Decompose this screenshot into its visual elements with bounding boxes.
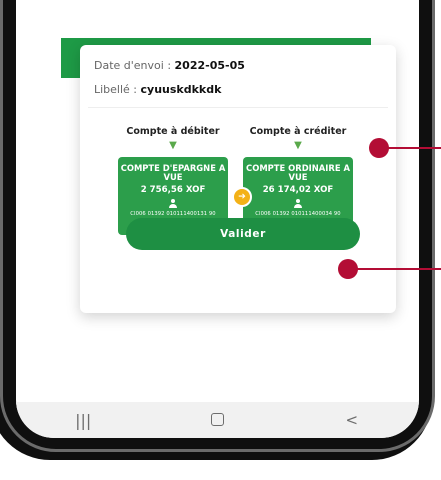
- credit-account-number: CI006 01392 010111400034 90: [255, 211, 341, 217]
- libelle-row: Libellé : cyuuskdkkdk: [94, 83, 221, 96]
- send-date-label: Date d'envoi :: [94, 59, 175, 72]
- valider-button[interactable]: Valider: [126, 218, 360, 250]
- transfer-arrow-icon: ➔: [232, 187, 252, 207]
- send-date-row: Date d'envoi : 2022-05-05: [94, 59, 245, 72]
- send-date-value: 2022-05-05: [174, 59, 245, 72]
- home-icon: [210, 412, 224, 426]
- arrow-down-icon: ▼: [169, 140, 177, 151]
- callout-line-accounts: [388, 147, 441, 149]
- android-nav-bar: ||| <: [16, 402, 419, 438]
- phone-screen: Date d'envoi : 2022-05-05 Libellé : cyuu…: [16, 0, 419, 438]
- divider: [88, 107, 388, 108]
- debit-account-type: COMPTE D'EPARGNE A VUE: [120, 163, 226, 182]
- user-icon: [168, 199, 178, 208]
- libelle-value: cyuuskdkkdk: [140, 83, 222, 96]
- debit-account-heading: Compte à débiter: [126, 126, 220, 137]
- credit-account-heading: Compte à créditer: [249, 126, 347, 137]
- callout-line-valider: [357, 268, 441, 270]
- back-button[interactable]: <: [332, 411, 372, 429]
- arrow-down-icon: ▼: [294, 140, 302, 151]
- debit-account-amount: 2 756,56 XOF: [140, 185, 206, 195]
- callout-dot-valider: [338, 259, 358, 279]
- credit-account-amount: 26 174,02 XOF: [262, 185, 334, 195]
- recent-apps-button[interactable]: |||: [63, 411, 103, 430]
- callout-dot-accounts: [369, 138, 389, 158]
- credit-account-type: COMPTE ORDINAIRE A VUE: [246, 163, 350, 182]
- home-button[interactable]: [197, 411, 237, 430]
- libelle-label: Libellé :: [94, 83, 141, 96]
- user-icon: [293, 199, 303, 208]
- debit-account-number: CI006 01392 010111400131 90: [130, 211, 216, 217]
